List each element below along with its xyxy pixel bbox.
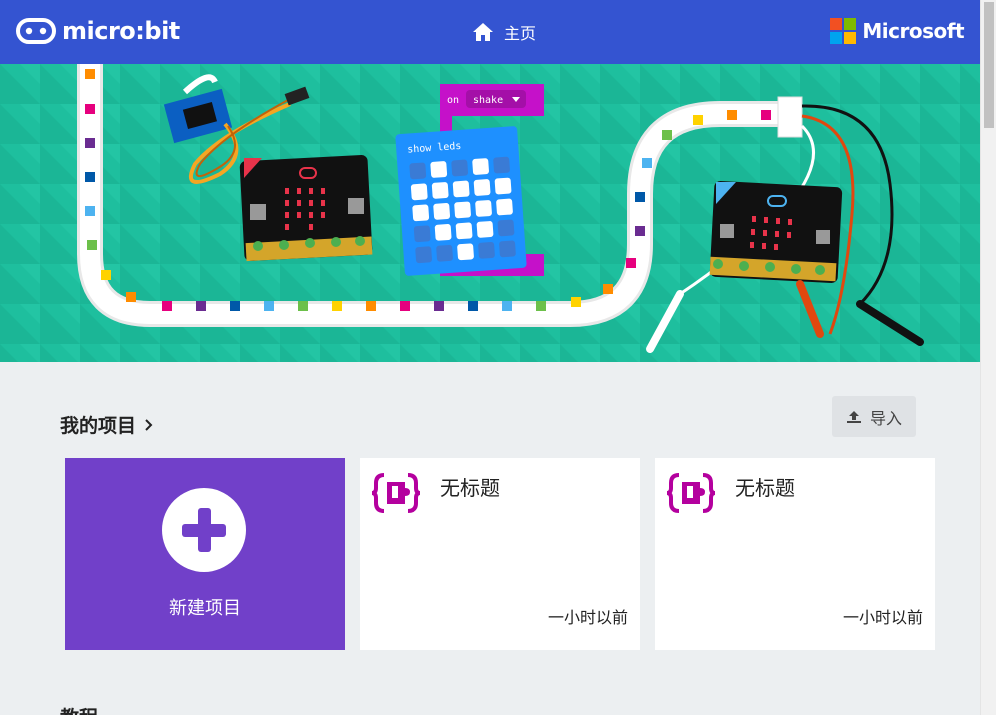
microbit-board-right <box>709 181 843 283</box>
puzzle-piece-icon <box>667 473 715 513</box>
scrollbar-thumb[interactable] <box>984 2 994 128</box>
microsoft-windows-icon <box>830 18 857 44</box>
upload-icon <box>846 410 861 423</box>
import-label: 导入 <box>869 410 902 428</box>
svg-text:on: on <box>447 95 459 106</box>
project-timestamp: 一小时以前 <box>842 610 923 627</box>
microsoft-text: Microsoft <box>862 19 964 43</box>
microbit-board-left <box>239 155 373 262</box>
chevron-right-icon <box>145 418 153 431</box>
vertical-scrollbar[interactable] <box>980 0 996 715</box>
puzzle-piece-icon <box>372 473 420 513</box>
hero-banner: on shake show leds <box>0 64 980 362</box>
project-title: 无标题 <box>440 478 500 500</box>
top-navbar: micro:bit 主页 Microsoft <box>0 0 980 64</box>
project-title: 无标题 <box>735 478 795 500</box>
svg-text:shake: shake <box>473 95 503 106</box>
project-timestamp: 一小时以前 <box>547 610 628 627</box>
microbit-logo-icon <box>16 18 56 44</box>
new-project-label: 新建项目 <box>169 598 241 618</box>
tutorials-heading[interactable]: 教程 <box>60 703 98 715</box>
microsoft-logo[interactable]: Microsoft <box>830 18 964 44</box>
microbit-logo[interactable]: micro:bit <box>16 17 180 45</box>
home-icon <box>473 23 493 41</box>
hero-illustration: on shake show leds <box>0 64 980 362</box>
home-label: 主页 <box>504 26 537 43</box>
my-projects-title: 我的项目 <box>60 416 137 437</box>
home-link[interactable]: 主页 <box>472 20 536 44</box>
logo-text: micro:bit <box>62 17 180 45</box>
my-projects-heading[interactable]: 我的项目 <box>60 411 154 438</box>
project-card[interactable]: 无标题 一小时以前 <box>655 458 935 650</box>
project-card[interactable]: 无标题 一小时以前 <box>360 458 640 650</box>
import-button[interactable]: 导入 <box>832 396 916 437</box>
plus-icon <box>162 488 246 572</box>
new-project-card[interactable]: 新建项目 <box>65 458 345 650</box>
